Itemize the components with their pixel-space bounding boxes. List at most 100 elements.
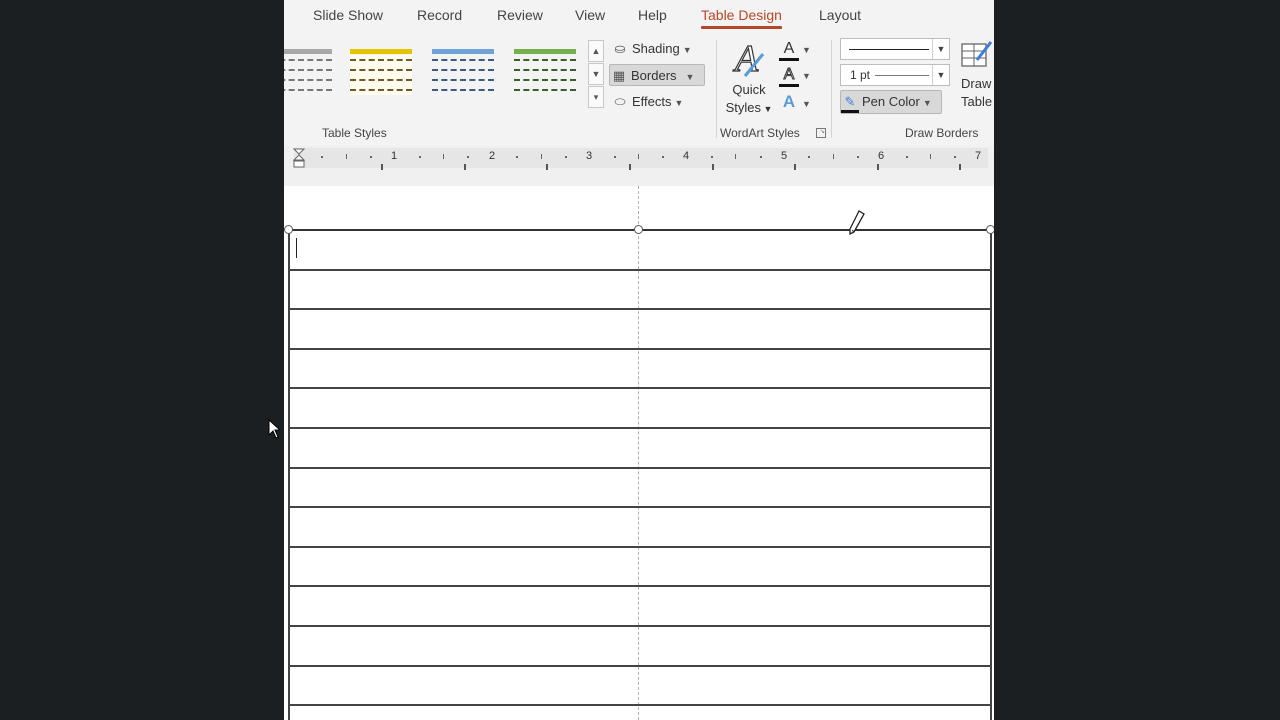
ruler-tab-marker (464, 164, 466, 170)
powerpoint-window: Slide Show Record Review View Help Table… (284, 0, 994, 720)
effects-button[interactable]: ⬭ Effects ▼ (611, 91, 683, 113)
styles-more-icon[interactable]: ▾ (588, 86, 604, 108)
text-outline-icon: A (779, 66, 799, 87)
table-row-border (288, 704, 991, 706)
ruler-tick (565, 156, 567, 158)
chevron-down-icon: ▼ (932, 65, 949, 85)
ruler-tick (833, 154, 834, 159)
ruler-number: 3 (586, 150, 593, 162)
chevron-down-icon: ▼ (674, 98, 684, 108)
ruler-tick (443, 154, 444, 159)
resize-handle[interactable] (634, 225, 643, 234)
ruler-tick (541, 154, 542, 159)
table-row-border (288, 585, 991, 587)
ruler-tick (760, 156, 762, 158)
effects-label: Effects (632, 94, 672, 109)
table-row-border (288, 308, 991, 310)
ruler-tab-marker (546, 164, 548, 170)
ruler-tab-marker (794, 164, 796, 170)
styles-scroll-down-icon[interactable]: ▼ (588, 63, 604, 85)
styles-scroll-up-icon[interactable]: ▲ (588, 40, 604, 62)
text-effects-icon: A (782, 92, 796, 111)
indent-marker-icon[interactable] (292, 148, 306, 170)
draw-table-icon (961, 41, 993, 67)
table-style-gray[interactable] (284, 49, 332, 95)
ruler-tick (808, 156, 810, 158)
quick-styles-label: Quick (732, 82, 766, 97)
borders-button[interactable]: ▦ Borders ▼ (609, 64, 705, 86)
chevron-down-icon: ▼ (682, 45, 692, 55)
draw-table-button[interactable]: Draw Table (956, 38, 994, 120)
horizontal-ruler[interactable]: 1 2 3 4 5 6 7 (284, 146, 994, 186)
quick-styles-button[interactable]: A Quick Styles ▼ (724, 37, 774, 118)
group-divider (831, 40, 832, 138)
chevron-down-icon: ▼ (685, 72, 695, 82)
ruler-number: 1 (391, 150, 398, 162)
text-effects-button[interactable]: A ▼ (779, 92, 811, 114)
table-row-border (288, 467, 991, 469)
chevron-down-icon: ▼ (802, 45, 811, 55)
shading-button[interactable]: ⛀ Shading ▼ (611, 38, 692, 60)
ruler-tick (930, 154, 931, 159)
quick-styles-label-2: Styles (725, 100, 761, 115)
ruler-tick (419, 156, 421, 158)
ruler-tab-marker (712, 164, 714, 170)
ruler-tick (321, 156, 323, 158)
tab-record[interactable]: Record (417, 7, 462, 23)
shading-label: Shading (632, 41, 680, 56)
ruler-tab-marker (381, 164, 383, 170)
resize-handle[interactable] (986, 225, 994, 234)
chevron-down-icon: ▼ (932, 39, 949, 59)
text-fill-button[interactable]: A ▼ (779, 38, 811, 61)
ruler-tick (346, 154, 347, 159)
table-style-green[interactable] (514, 49, 576, 95)
mouse-pointer-icon (268, 418, 282, 444)
pen-weight-dropdown[interactable]: 1 pt ▼ (840, 64, 950, 86)
borders-grid-icon: ▦ (612, 68, 626, 83)
borders-label: Borders (631, 68, 677, 83)
ruler-tab-marker (877, 164, 879, 170)
draw-table-label-1: Draw (961, 76, 992, 91)
chevron-down-icon: ▼ (802, 71, 811, 81)
center-guide-line (638, 186, 639, 720)
table-row-border (288, 665, 991, 667)
pen-style-dropdown[interactable]: ▼ (840, 38, 950, 60)
ruler-tick (735, 154, 736, 159)
table-style-blue[interactable] (432, 49, 494, 95)
tab-slide-show[interactable]: Slide Show (313, 7, 383, 23)
pen-icon: ✎ (841, 94, 859, 113)
effects-icon: ⬭ (614, 94, 626, 109)
pen-color-button[interactable]: ✎ Pen Color ▼ (840, 90, 942, 114)
ruler-number: 4 (683, 150, 690, 162)
text-outline-button[interactable]: A ▼ (779, 64, 811, 87)
table-style-gold[interactable] (350, 49, 412, 95)
table-border-right (990, 229, 992, 720)
ruler-number: 2 (489, 150, 496, 162)
pencil-cursor-icon (847, 210, 865, 241)
table-row-border (288, 625, 991, 627)
tab-help[interactable]: Help (638, 7, 667, 23)
paint-bucket-icon: ⛀ (614, 41, 626, 56)
ruler-tab-marker (959, 164, 961, 170)
ruler-number: 7 (975, 150, 982, 162)
tab-review[interactable]: Review (497, 7, 543, 23)
text-cursor (296, 238, 297, 258)
pen-style-line (849, 49, 929, 50)
ruler-tab-marker (629, 164, 631, 170)
group-divider (716, 40, 717, 138)
tab-table-design[interactable]: Table Design (701, 7, 782, 29)
dialog-launcher-icon[interactable]: ↘ (816, 128, 826, 138)
tab-layout[interactable]: Layout (819, 7, 861, 23)
ruler-tick (662, 156, 664, 158)
tab-view[interactable]: View (575, 7, 605, 23)
table-row-border (288, 427, 991, 429)
resize-handle[interactable] (284, 225, 293, 234)
table-row-border (288, 387, 991, 389)
ruler-number: 6 (878, 150, 885, 162)
slide-canvas[interactable] (284, 186, 994, 720)
pen-color-label: Pen Color (862, 94, 920, 109)
ruler-tick (954, 156, 956, 158)
wordart-group-label: WordArt Styles (720, 126, 800, 140)
table-border-left (288, 229, 290, 720)
table-styles-group-label: Table Styles (322, 126, 387, 140)
